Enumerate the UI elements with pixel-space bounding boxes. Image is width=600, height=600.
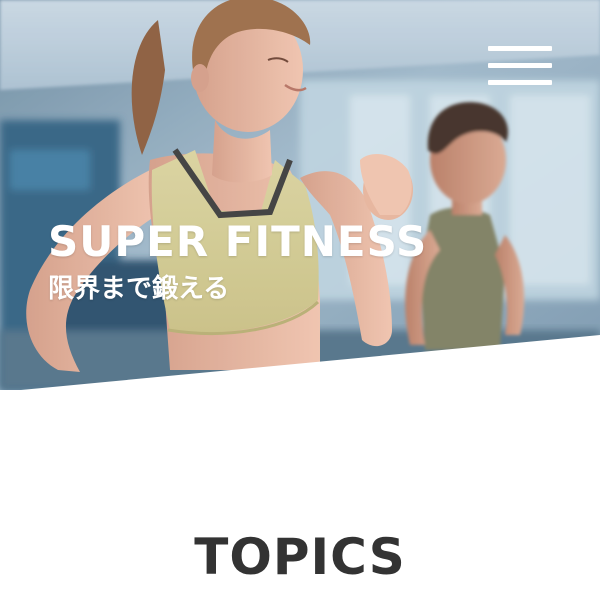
hero-section: SUPER FITNESS 限界まで鍛える	[0, 0, 600, 390]
menu-bar-middle	[488, 63, 552, 68]
page: SUPER FITNESS 限界まで鍛える TOPICS	[0, 0, 600, 600]
hero-subtitle: 限界まで鍛える	[48, 274, 230, 305]
menu-bar-top	[488, 46, 552, 51]
menu-bar-bottom	[488, 80, 552, 85]
hamburger-menu-icon[interactable]	[486, 46, 554, 90]
hero-title: SUPER FITNESS	[48, 217, 428, 266]
topics-heading: TOPICS	[194, 527, 406, 586]
hero-text: SUPER FITNESS 限界まで鍛える	[48, 217, 428, 305]
topics-first-item-date	[68, 594, 268, 600]
